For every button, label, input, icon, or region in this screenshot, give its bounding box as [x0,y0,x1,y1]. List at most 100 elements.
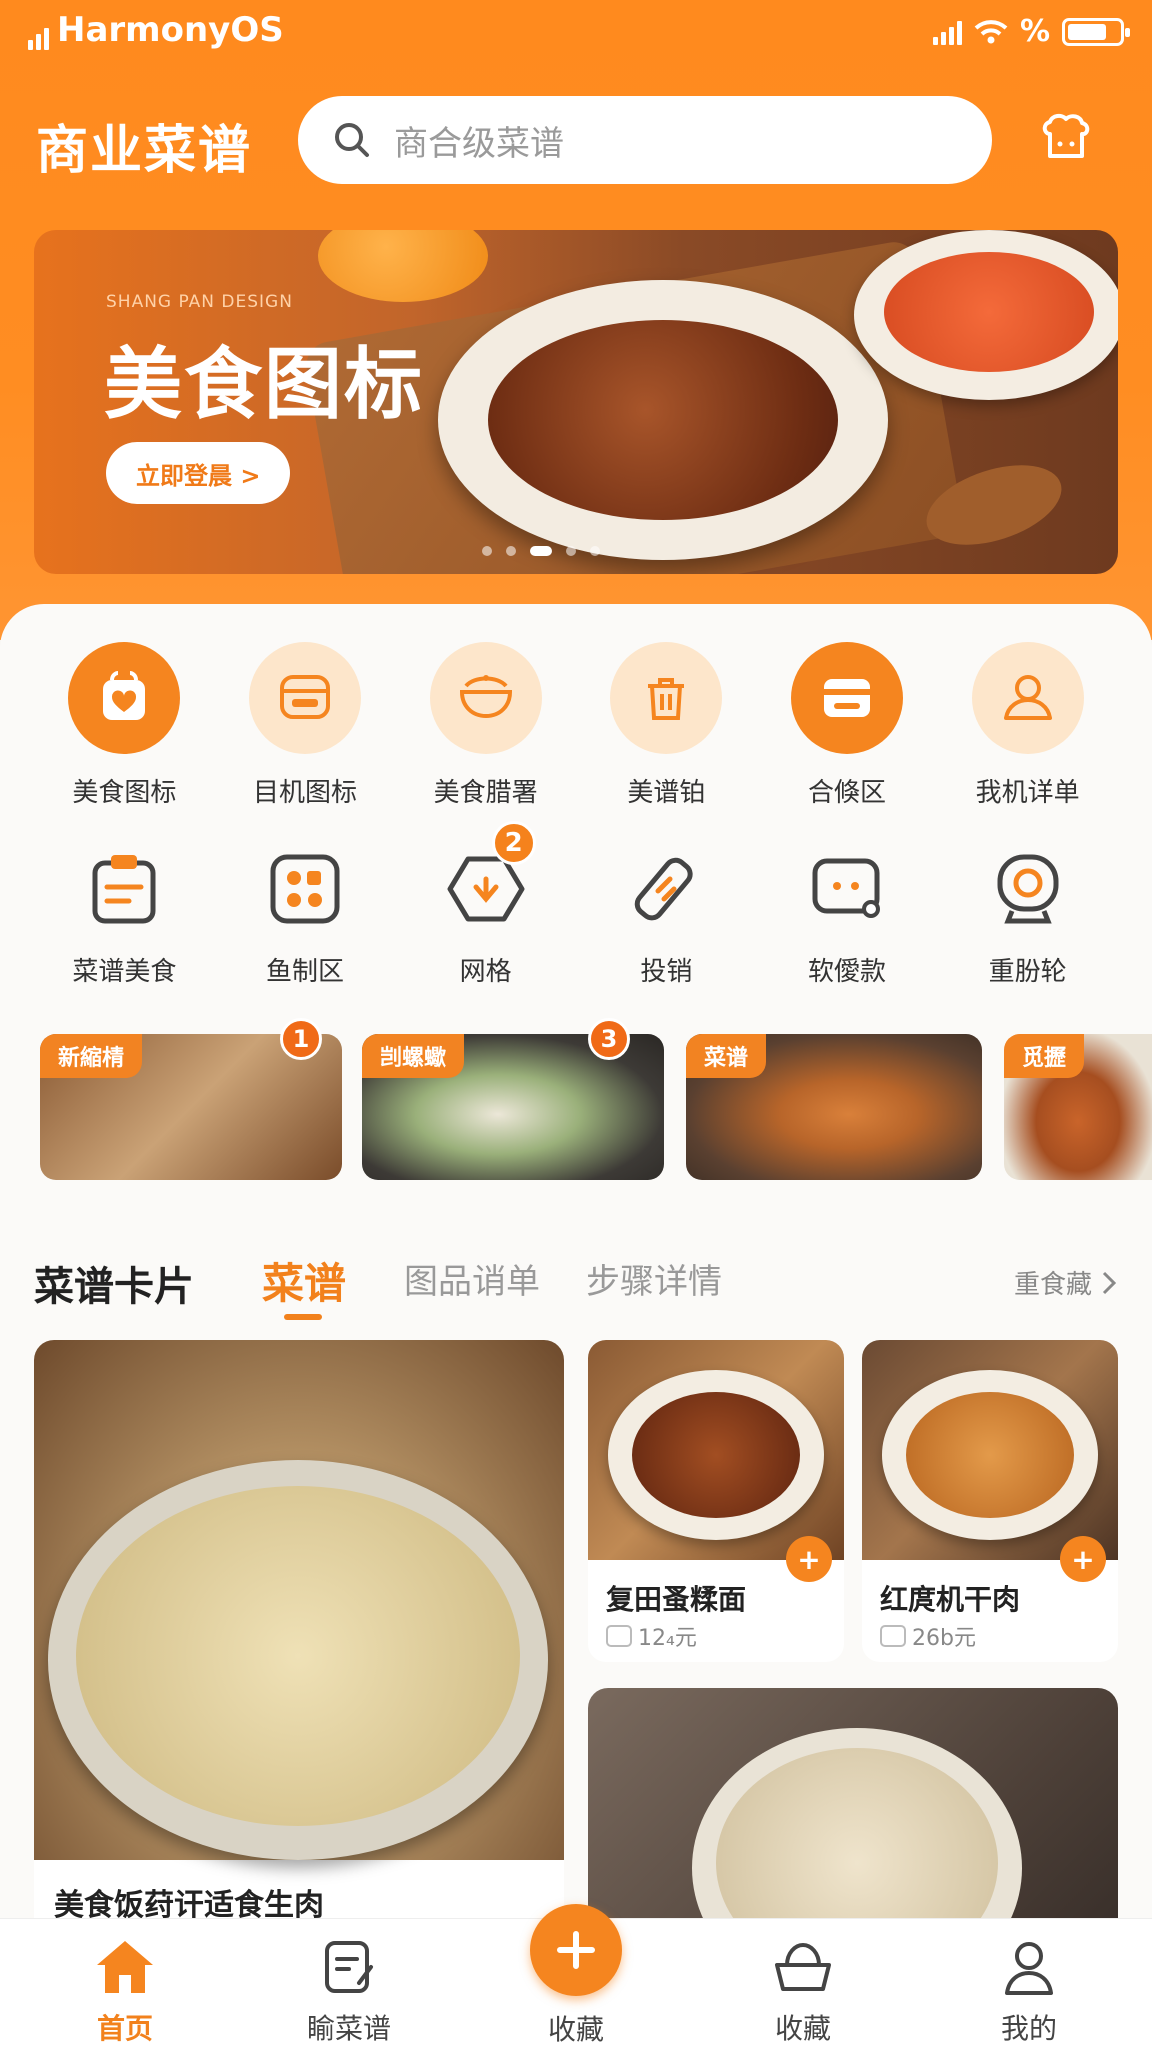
banner-cta-button[interactable]: 立即登晨 > [106,442,291,504]
nav-label: 睮菜谱 [306,2012,391,2045]
tab-recipes[interactable]: 菜谱 [262,1250,346,1311]
add-button[interactable]: + [786,1536,832,1582]
promo-tag: 觅攊 [1004,1034,1085,1078]
nav-label: 我的 [1000,2012,1057,2045]
promo-badge: 1 [280,1018,322,1060]
plus-icon [557,1931,595,1969]
tab-menu[interactable]: 图品诮单 [404,1254,540,1303]
profile-icon [1005,1942,1053,1995]
app-root: HarmonyOS % 商业菜谱 商合级菜谱 SHANG PAN DESIGN … [0,0,1152,2048]
tab-indicator [284,1314,322,1320]
recipe-card-1[interactable]: + 复田蚤糅面 12₄元 [588,1340,844,1662]
notification-badge: 2 [491,821,536,865]
nav-favorites[interactable]: 收藏 [728,1937,878,2047]
promo-card-1[interactable]: 新縮棈 1 [40,1018,342,1180]
grid-item-11[interactable]: 软僾款 [757,843,938,988]
promo-tag: 剀螺蠍 [362,1034,465,1078]
grid-label: 美食腊署 [433,778,538,808]
add-fab-button[interactable] [530,1904,622,1996]
grid-item-12[interactable]: 重朌轮 [937,843,1118,988]
recipe-price-row: 26b元 [880,1620,976,1652]
pumpkin-image [318,230,488,302]
nav-label: 收藏 [774,2012,831,2045]
content-sheet: 美食图标 目机图标 美食腊署 美谱铂 合倏区 我机详单 菜谱美食 鱼制区 2 网… [0,604,1152,2048]
wallet-icon [790,642,903,754]
price-icon [606,1625,632,1647]
more-label: 重食藏 [1013,1270,1092,1300]
grid-item-9[interactable]: 2 网格 [395,821,576,988]
banner-pagination [482,546,600,556]
grid-item-1[interactable]: 美食图标 [34,642,215,809]
grid-item-2[interactable]: 目机图标 [215,642,396,809]
wifi-icon [974,19,1008,43]
grid-item-4[interactable]: 美谱铂 [576,642,757,809]
status-right: % [932,14,1130,49]
recipe-name: 复田蚤糅面 [606,1583,747,1616]
apps-icon [249,843,361,935]
os-name: HarmonyOS [57,10,284,50]
grid-item-7[interactable]: 菜谱美食 [34,843,215,988]
search-icon [335,123,369,157]
promo-tag: 新縮棈 [40,1034,143,1078]
promo-card-2[interactable]: 剀螺蠍 3 [362,1018,664,1180]
fab-label: 收藏 [547,2013,604,2046]
home-icon [97,1941,153,1993]
grid-label: 菜谱美食 [72,957,177,987]
recipe-name: 红庹机干肉 [880,1583,1021,1616]
status-left: HarmonyOS [28,10,284,50]
promo-card-4[interactable]: 觅攊 [1004,1034,1152,1180]
grid-label: 目机图标 [252,778,357,808]
nav-profile[interactable]: 我的 [954,1937,1104,2047]
promo-banner[interactable]: SHANG PAN DESIGN 美食图标 立即登晨 > [34,230,1118,574]
recipe-price-row: 12₄元 [606,1620,697,1652]
camera-icon [972,843,1084,935]
grid-label: 网格 [459,957,512,987]
grid-item-5[interactable]: 合倏区 [757,642,938,809]
cellular-icon [932,19,962,45]
nav-recipes[interactable]: 睮菜谱 [274,1937,424,2047]
tab-steps[interactable]: 步骤详情 [586,1254,722,1303]
pot-icon [429,642,542,754]
search-bar[interactable]: 商合级菜谱 [298,96,992,184]
recipe-price: 12₄元 [638,1626,697,1651]
promo-tag: 菜谱 [686,1034,767,1078]
grid-label: 美食图标 [72,778,177,808]
banner-kicker: SHANG PAN DESIGN [106,292,293,312]
braised-pork-image [438,280,888,560]
grid-item-10[interactable]: 投销 [576,843,757,988]
grid-label: 重朌轮 [988,957,1067,987]
nav-home[interactable]: 首页 [50,1937,200,2047]
add-button[interactable]: + [1060,1536,1106,1582]
chef-hat-icon[interactable] [1036,112,1096,172]
more-link[interactable]: 重食藏 [1014,1264,1116,1301]
grid-item-3[interactable]: 美食腊署 [395,642,576,809]
trash-icon [610,642,723,754]
app-title: 商业菜谱 [36,121,253,181]
grid-label: 我机详单 [975,778,1080,808]
clipboard-icon [68,843,180,935]
basket-icon [775,1942,831,1991]
banner-title: 美食图标 [104,340,425,430]
kimchi-image [854,230,1118,400]
nav-label: 首页 [96,2012,153,2045]
heart-bag-icon [68,642,181,754]
grid-label: 合倏区 [807,778,886,808]
price-icon [880,1625,906,1647]
tag-icon [610,843,722,935]
braised-dish-image [588,1340,844,1560]
user-icon [971,642,1084,754]
battery-percent: % [1019,14,1050,49]
promo-card-3[interactable]: 菜谱 [686,1034,982,1180]
soup-image [34,1340,564,1860]
grid-item-8[interactable]: 鱼制区 [215,843,396,988]
status-bar: HarmonyOS % [0,0,1152,64]
battery-icon [1062,17,1130,46]
notebook-icon [325,1941,373,1993]
rice-cooker-icon [248,642,361,754]
grid-label: 鱼制区 [265,957,344,987]
recipe-price: 26b元 [912,1626,976,1651]
grid-item-6[interactable]: 我机详单 [937,642,1118,809]
recipe-card-2[interactable]: + 红庹机干肉 26b元 [862,1340,1118,1662]
chat-icon [791,843,903,935]
promo-badge: 3 [588,1018,630,1060]
